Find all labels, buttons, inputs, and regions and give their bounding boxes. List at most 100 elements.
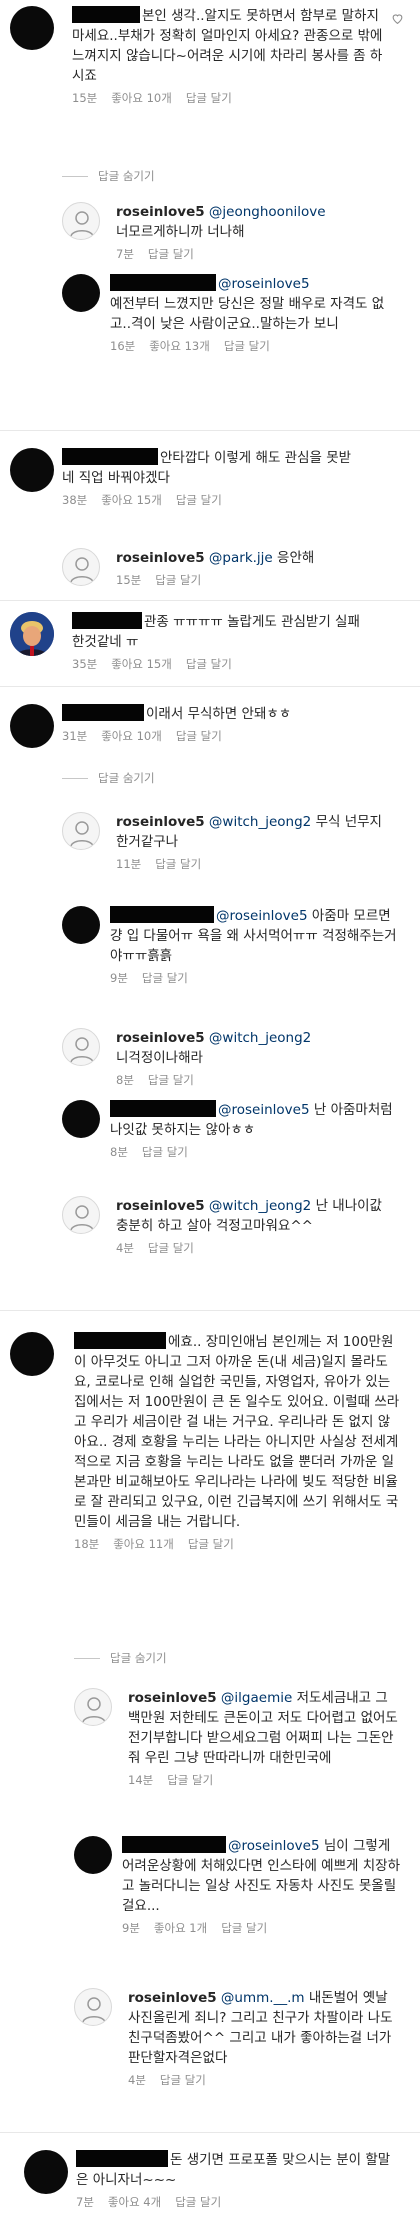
mention-link[interactable]: @roseinlove5 xyxy=(228,1838,320,1854)
redacted-username[interactable] xyxy=(74,1332,166,1349)
reply-button[interactable]: 답글 달기 xyxy=(148,1241,194,1255)
username[interactable]: roseinlove5 xyxy=(116,204,205,220)
username[interactable]: roseinlove5 xyxy=(116,814,205,830)
like-count[interactable]: 좋아요 10개 xyxy=(111,91,172,105)
redacted-avatar[interactable] xyxy=(24,2150,68,2194)
mention-link[interactable]: @roseinlove5 xyxy=(216,908,308,924)
comment-text: @roseinlove5 아줌마 모르면 걍 입 다물어ㅠ 욕을 왜 사서먹어ㅠ… xyxy=(110,906,400,966)
redacted-username[interactable] xyxy=(62,448,158,465)
redacted-username[interactable] xyxy=(72,6,140,23)
redacted-username[interactable] xyxy=(110,906,214,923)
username[interactable]: roseinlove5 xyxy=(128,1690,217,1706)
person-icon xyxy=(70,821,94,847)
reply-button[interactable]: 답글 달기 xyxy=(186,657,232,671)
like-count[interactable]: 좋아요 4개 xyxy=(108,2195,161,2209)
timestamp: 4분 xyxy=(128,2073,146,2087)
redacted-username[interactable] xyxy=(62,704,144,721)
hide-replies-toggle[interactable]: 답글 숨기기 xyxy=(74,1650,167,1666)
redacted-username[interactable] xyxy=(110,1100,216,1117)
user-avatar[interactable] xyxy=(62,1028,100,1066)
comment-body: 에효.. 장미인애님 본인께는 저 100만원이 아무것도 아니고 그저 아까운… xyxy=(74,1334,400,1530)
like-count[interactable]: 좋아요 1개 xyxy=(154,1921,207,1935)
comment-text: 돈 생기면 프로포폴 맞으시는 분이 할말은 아니자너~~~ xyxy=(76,2150,392,2190)
comment-text: roseinlove5 @witch_jeong2 난 내나이값충분히 하고 살… xyxy=(116,1196,392,1236)
reply-button[interactable]: 답글 달기 xyxy=(148,1073,194,1087)
mention-link[interactable]: @ilgaemie xyxy=(221,1690,292,1706)
like-count[interactable]: 좋아요 13개 xyxy=(149,339,210,353)
username[interactable]: roseinlove5 xyxy=(116,1198,205,1214)
portrait-icon xyxy=(10,612,54,656)
redacted-username[interactable] xyxy=(110,274,216,291)
mention-link[interactable]: @witch_jeong2 xyxy=(209,1198,311,1214)
reply-button[interactable]: 답글 달기 xyxy=(142,1145,188,1159)
user-avatar[interactable] xyxy=(62,1196,100,1234)
timestamp: 4분 xyxy=(116,1241,134,1255)
divider xyxy=(0,1310,420,1311)
comment-text: roseinlove5 @ilgaemie 저도세금내고 그백만원 저한테도 큰… xyxy=(128,1688,400,1768)
person-icon xyxy=(70,557,94,583)
redacted-avatar[interactable] xyxy=(10,6,54,50)
reply-button[interactable]: 답글 달기 xyxy=(175,2195,221,2209)
mention-link[interactable]: @jeonghoonilove xyxy=(209,204,326,220)
reply-button[interactable]: 답글 달기 xyxy=(221,1921,267,1935)
divider xyxy=(0,600,420,601)
redacted-avatar[interactable] xyxy=(74,1836,112,1874)
mention-link[interactable]: @roseinlove5 xyxy=(218,1102,310,1118)
reply-button[interactable]: 답글 달기 xyxy=(155,857,201,871)
mention-link[interactable]: @witch_jeong2 xyxy=(209,1030,311,1046)
username[interactable]: roseinlove5 xyxy=(128,1990,217,2006)
redacted-avatar[interactable] xyxy=(10,704,54,748)
hide-replies-toggle[interactable]: 답글 숨기기 xyxy=(62,770,155,786)
reply-button[interactable]: 답글 달기 xyxy=(155,573,201,587)
mention-link[interactable]: @park.jje xyxy=(209,550,273,566)
user-avatar[interactable] xyxy=(74,1988,112,2026)
redacted-avatar[interactable] xyxy=(10,448,54,492)
mention-link[interactable]: @roseinlove5 xyxy=(218,276,310,292)
reply-button[interactable]: 답글 달기 xyxy=(176,729,222,743)
toggle-line xyxy=(62,176,88,177)
reply-button[interactable]: 답글 달기 xyxy=(224,339,270,353)
user-avatar[interactable] xyxy=(62,812,100,850)
comment-text: 에효.. 장미인애님 본인께는 저 100만원이 아무것도 아니고 그저 아까운… xyxy=(74,1332,400,1532)
like-count[interactable]: 좋아요 10개 xyxy=(101,729,162,743)
username[interactable]: roseinlove5 xyxy=(116,550,205,566)
comment-body: 응안해 xyxy=(277,550,315,566)
timestamp: 8분 xyxy=(116,1073,134,1087)
comment-meta: 15분 답글 달기 xyxy=(116,572,392,588)
toggle-label: 답글 숨기기 xyxy=(110,1651,167,1665)
username[interactable]: roseinlove5 xyxy=(116,1030,205,1046)
reply-button[interactable]: 답글 달기 xyxy=(148,247,194,261)
redacted-avatar[interactable] xyxy=(62,274,100,312)
redacted-avatar[interactable] xyxy=(62,906,100,944)
reply-button[interactable]: 답글 달기 xyxy=(142,971,188,985)
reply-button[interactable]: 답글 달기 xyxy=(186,91,232,105)
user-avatar[interactable] xyxy=(62,202,100,240)
redacted-username[interactable] xyxy=(76,2150,168,2167)
timestamp: 18분 xyxy=(74,1537,100,1551)
redacted-username[interactable] xyxy=(72,612,142,629)
profile-avatar[interactable] xyxy=(10,612,54,656)
like-count[interactable]: 좋아요 15개 xyxy=(111,657,172,671)
mention-link[interactable]: @umm.__.m xyxy=(221,1990,305,2006)
comment-meta: 9분 좋아요 1개 답글 달기 xyxy=(122,1920,402,1936)
reply-button[interactable]: 답글 달기 xyxy=(167,1773,213,1787)
person-icon xyxy=(70,1205,94,1231)
comment-meta: 35분 좋아요 15개 답글 달기 xyxy=(72,656,372,672)
reply-button[interactable]: 답글 달기 xyxy=(160,2073,206,2087)
reply-button[interactable]: 답글 달기 xyxy=(188,1537,234,1551)
redacted-avatar[interactable] xyxy=(62,1100,100,1138)
user-avatar[interactable] xyxy=(74,1688,112,1726)
redacted-username[interactable] xyxy=(122,1836,226,1853)
comment-meta: 8분 답글 달기 xyxy=(110,1144,400,1160)
divider xyxy=(0,2132,420,2133)
user-avatar[interactable] xyxy=(62,548,100,586)
like-count[interactable]: 좋아요 11개 xyxy=(113,1537,174,1551)
mention-link[interactable]: @witch_jeong2 xyxy=(209,814,311,830)
redacted-avatar[interactable] xyxy=(10,1332,54,1376)
heart-icon[interactable] xyxy=(391,12,404,25)
person-icon xyxy=(70,1037,94,1063)
divider xyxy=(0,686,420,687)
reply-button[interactable]: 답글 달기 xyxy=(176,493,222,507)
hide-replies-toggle[interactable]: 답글 숨기기 xyxy=(62,168,155,184)
like-count[interactable]: 좋아요 15개 xyxy=(101,493,162,507)
